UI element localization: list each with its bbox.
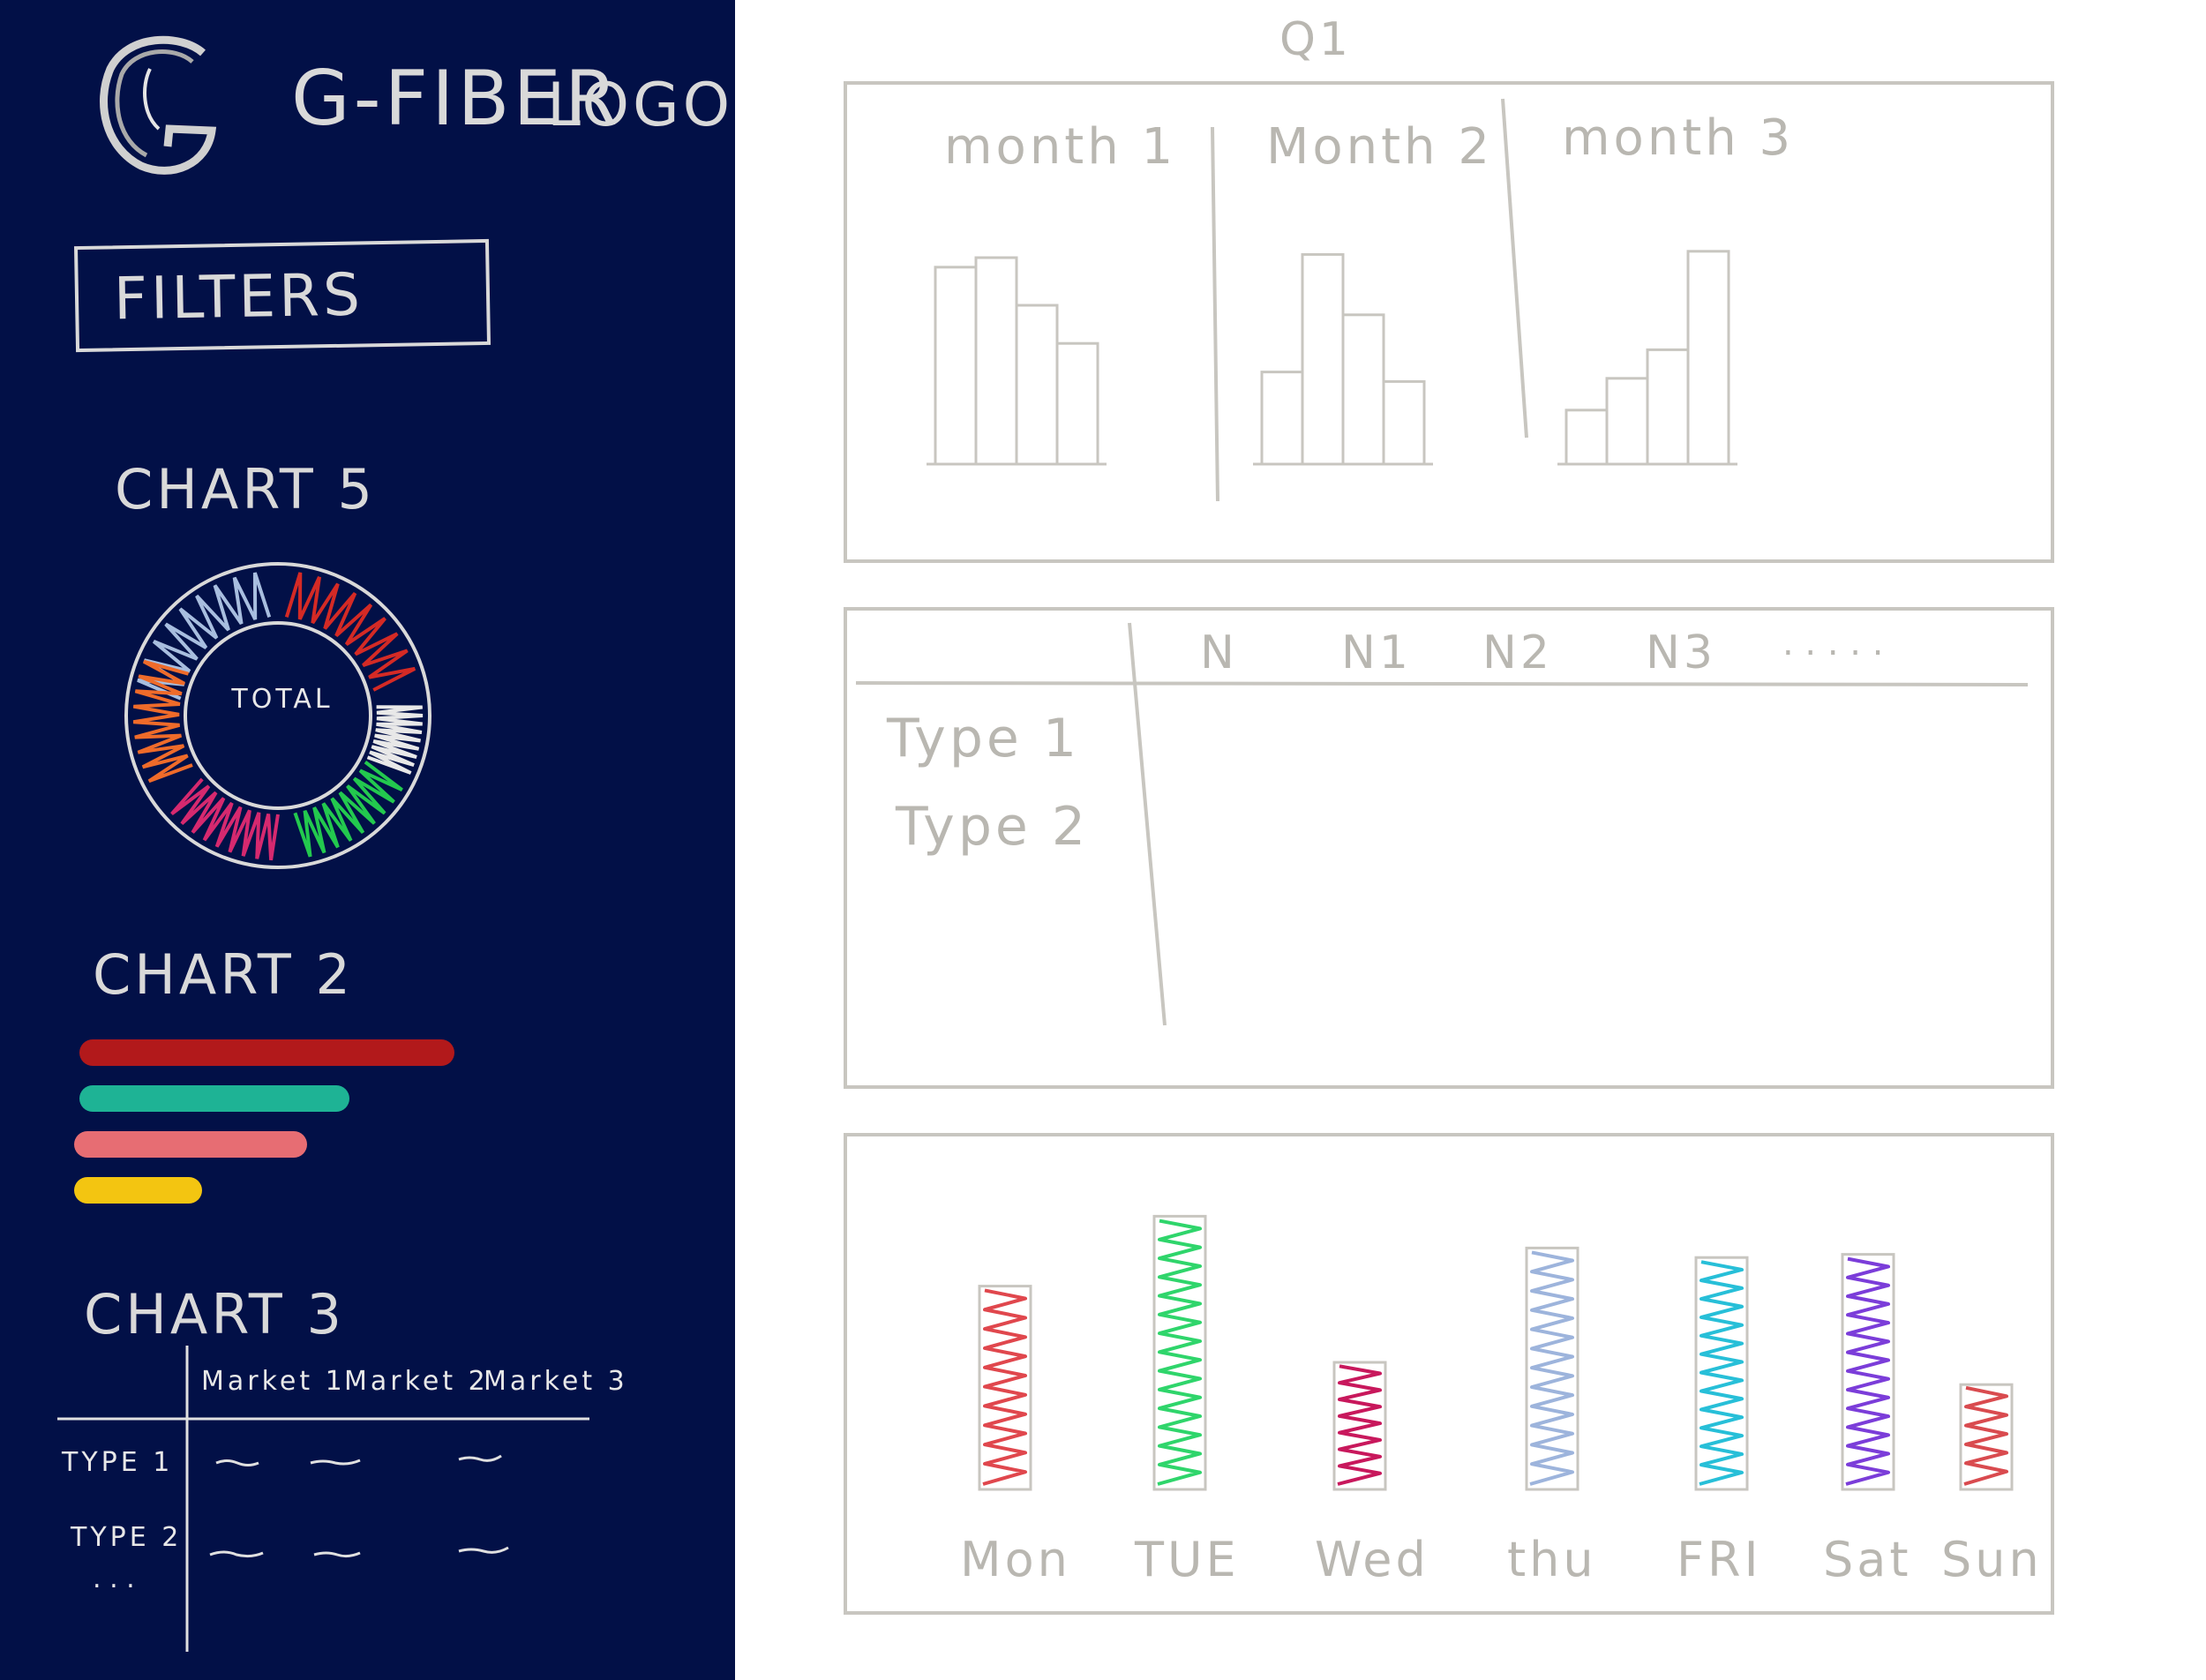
chart3-col-2: Market 2 bbox=[344, 1366, 489, 1397]
weekday-bar-fill bbox=[1963, 1385, 2008, 1486]
chart2-title: CHART 2 bbox=[93, 942, 354, 1007]
month-bar bbox=[1605, 377, 1649, 466]
g-fiber-logo-icon bbox=[100, 35, 217, 175]
month-2-label: Month 2 bbox=[1266, 118, 1493, 176]
chart5-donut bbox=[124, 562, 431, 869]
logo-word: LOGO bbox=[547, 71, 734, 140]
chart3-row-1: TYPE 1 bbox=[62, 1447, 174, 1478]
sidebar: G-FIBER LOGO FILTERS CHART 5 TOTAL CHART… bbox=[0, 0, 735, 1680]
weekday-label: Wed bbox=[1315, 1532, 1429, 1587]
month-bar bbox=[1382, 379, 1426, 466]
chart5-segment bbox=[284, 572, 416, 692]
weekday-bar-fill bbox=[1337, 1364, 1382, 1486]
chart2-bar bbox=[79, 1085, 349, 1112]
weekday-label: FRI bbox=[1677, 1532, 1762, 1587]
month-bar bbox=[1055, 341, 1099, 466]
row-type-2: Type 2 bbox=[896, 796, 1090, 858]
month-bar bbox=[974, 256, 1018, 466]
row-type-1: Type 1 bbox=[887, 708, 1081, 769]
month-bar bbox=[1341, 313, 1385, 466]
weekday-bar-fill bbox=[1157, 1219, 1202, 1486]
chart5-segment bbox=[132, 659, 193, 784]
chart3-row-2: TYPE 2 bbox=[71, 1522, 183, 1553]
month-bar bbox=[1686, 250, 1730, 466]
chart3-col-3: Market 3 bbox=[484, 1366, 628, 1397]
weekday-bar-fill bbox=[1845, 1256, 1890, 1486]
month-bar bbox=[1646, 348, 1690, 466]
col-n: N bbox=[1200, 626, 1238, 679]
weekday-bar-fill bbox=[1529, 1250, 1574, 1486]
weekday-label: Sat bbox=[1823, 1532, 1912, 1587]
weekday-label: Sun bbox=[1941, 1532, 2043, 1587]
chart2-bar bbox=[79, 1039, 454, 1066]
chart2-bar bbox=[74, 1131, 307, 1158]
chart2-bar bbox=[74, 1177, 202, 1204]
month-bar bbox=[1564, 409, 1609, 466]
filters-button[interactable]: FILTERS bbox=[73, 238, 491, 353]
month-bar bbox=[1260, 371, 1304, 466]
types-table-panel: N N1 N2 N3 . . . . . Type 1 Type 2 bbox=[844, 607, 2054, 1089]
chart3-col-1: Market 1 bbox=[201, 1366, 346, 1397]
weekday-label: thu bbox=[1507, 1532, 1597, 1587]
weekday-label: TUE bbox=[1135, 1532, 1240, 1587]
weekday-bar-fill bbox=[982, 1288, 1027, 1486]
chart3-more: . . . bbox=[93, 1564, 135, 1594]
weekday-label: Mon bbox=[960, 1532, 1071, 1587]
month-1-label: month 1 bbox=[944, 118, 1177, 176]
quarter-label: Q1 bbox=[1279, 13, 1353, 66]
weekday-bar-fill bbox=[1699, 1260, 1744, 1486]
col-n2: N2 bbox=[1482, 626, 1553, 679]
chart5-center-label: TOTAL bbox=[231, 684, 334, 715]
chart3-title: CHART 3 bbox=[84, 1282, 345, 1346]
chart5-segment bbox=[366, 705, 424, 775]
month-bar bbox=[1301, 252, 1345, 466]
weekday-bars-panel: Mon TUE Wed thu FRI Sat Sun bbox=[844, 1133, 2054, 1615]
monthly-bars-panel: month 1 Month 2 month 3 bbox=[844, 81, 2054, 563]
col-n3: N3 bbox=[1646, 626, 1716, 679]
col-more: . . . . . bbox=[1782, 623, 1884, 664]
month-bar bbox=[934, 266, 978, 466]
month-3-label: month 3 bbox=[1562, 109, 1795, 167]
chart5-title: CHART 5 bbox=[115, 457, 376, 521]
col-n1: N1 bbox=[1341, 626, 1412, 679]
month-bar bbox=[1015, 304, 1059, 466]
